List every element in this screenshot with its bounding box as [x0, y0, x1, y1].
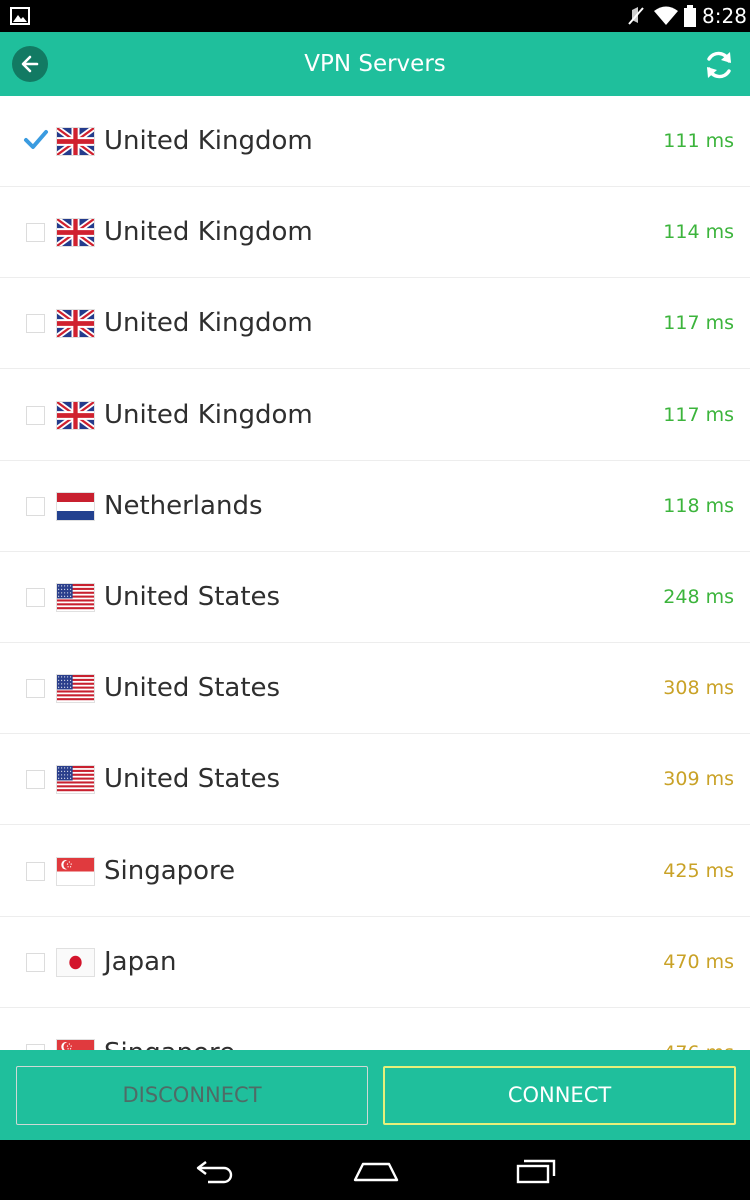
server-latency: 476 ms — [663, 1008, 734, 1050]
server-latency: 308 ms — [663, 677, 734, 700]
server-checkbox-checked[interactable] — [24, 130, 48, 151]
connect-button[interactable]: CONNECT — [383, 1066, 736, 1125]
server-checkbox[interactable] — [26, 496, 45, 516]
server-country: United States — [104, 673, 281, 704]
status-clock: 8:28 — [702, 4, 747, 28]
checkmark-icon — [24, 130, 48, 149]
image-notification-icon — [10, 7, 30, 25]
server-row[interactable]: United Kingdom 114 ms — [0, 187, 750, 279]
home-nav-icon[interactable] — [353, 1158, 399, 1184]
us-flag-icon — [57, 766, 94, 794]
server-country: Singapore — [104, 855, 236, 886]
server-latency: 114 ms — [663, 221, 734, 244]
server-checkbox[interactable] — [26, 314, 45, 334]
server-list[interactable]: United Kingdom 111 ms United Kingdom 114 ms… — [0, 96, 750, 1050]
server-checkbox[interactable] — [26, 588, 45, 607]
server-country: United Kingdom — [104, 217, 313, 248]
server-row[interactable]: Singapore 476 ms — [0, 1008, 750, 1050]
disconnect-button[interactable]: DISCONNECT — [16, 1066, 368, 1125]
server-row[interactable]: Netherlands 118 ms — [0, 460, 750, 552]
server-country: Netherlands — [104, 490, 263, 521]
battery-icon — [684, 5, 696, 27]
server-checkbox[interactable] — [26, 861, 45, 881]
netherlands-flag-icon — [57, 492, 94, 520]
uk-flag-icon — [57, 310, 94, 338]
refresh-icon[interactable] — [702, 48, 736, 82]
us-flag-icon — [57, 675, 94, 703]
server-row[interactable]: United States 309 ms — [0, 734, 750, 826]
server-checkbox[interactable] — [26, 405, 45, 425]
uk-flag-icon — [57, 219, 94, 247]
server-country: Japan — [104, 946, 177, 977]
status-bar: 8:28 — [0, 0, 750, 32]
server-country: United Kingdom — [104, 308, 313, 339]
server-latency: 309 ms — [663, 768, 734, 791]
server-latency: 118 ms — [663, 494, 734, 517]
wifi-icon — [654, 6, 678, 25]
recents-nav-icon[interactable] — [514, 1158, 558, 1184]
server-country: Singapore — [104, 1008, 235, 1050]
server-country: United States — [104, 582, 281, 612]
uk-flag-icon — [57, 128, 94, 155]
arrow-left-icon — [21, 55, 39, 73]
server-latency: 117 ms — [663, 403, 734, 426]
server-country: United Kingdom — [104, 126, 313, 156]
uk-flag-icon — [57, 401, 94, 429]
server-country: United States — [104, 764, 281, 795]
server-row[interactable]: Singapore 425 ms — [0, 825, 750, 917]
singapore-flag-icon — [57, 1040, 94, 1050]
server-row[interactable]: United States 248 ms — [0, 552, 750, 643]
server-latency: 425 ms — [663, 859, 734, 882]
server-latency: 111 ms — [663, 130, 734, 152]
back-nav-icon[interactable] — [194, 1158, 238, 1184]
back-button[interactable] — [12, 46, 48, 82]
navigation-bar — [0, 1140, 750, 1200]
server-country: United Kingdom — [104, 399, 313, 430]
server-row[interactable]: United Kingdom 117 ms — [0, 369, 750, 461]
server-checkbox[interactable] — [26, 770, 45, 790]
server-row[interactable]: United States 308 ms — [0, 643, 750, 735]
server-latency: 117 ms — [663, 312, 734, 335]
japan-flag-icon — [57, 948, 94, 976]
server-latency: 248 ms — [663, 586, 734, 608]
server-latency: 470 ms — [663, 950, 734, 973]
server-row[interactable]: Japan 470 ms — [0, 916, 750, 1008]
page-title: VPN Servers — [304, 51, 446, 77]
server-checkbox[interactable] — [26, 223, 45, 243]
singapore-flag-icon — [57, 857, 94, 885]
app-bar: VPN Servers — [0, 32, 750, 96]
us-flag-icon — [57, 584, 94, 611]
action-bar: DISCONNECT CONNECT — [0, 1050, 750, 1140]
server-row[interactable]: United Kingdom 117 ms — [0, 278, 750, 370]
server-checkbox[interactable] — [26, 952, 45, 972]
server-checkbox[interactable] — [26, 679, 45, 699]
server-row[interactable]: United Kingdom 111 ms — [0, 96, 750, 187]
mute-icon — [628, 7, 644, 25]
